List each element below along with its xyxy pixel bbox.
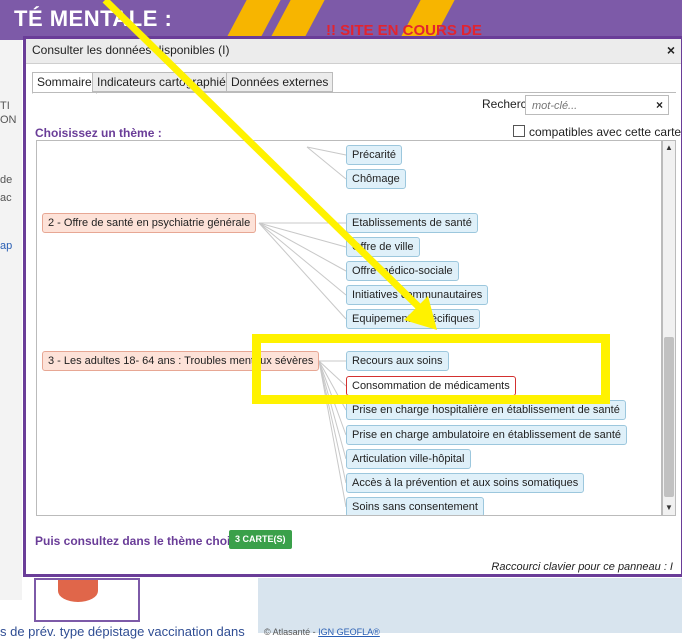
theme-item-equipements[interactable]: Equipements spécifiques: [346, 309, 481, 329]
theme-item-offre-medico-sociale[interactable]: Offre médico-sociale: [346, 261, 459, 281]
theme-label: Choisissez un thème :: [35, 126, 162, 140]
consult-label: Puis consultez dans le thème choisi :: [35, 534, 248, 548]
checkbox-icon[interactable]: [513, 125, 525, 137]
theme-item-precarite[interactable]: Précarité: [346, 145, 403, 165]
search-field[interactable]: ×: [525, 95, 669, 115]
data-dialog: Consulter les données disponibles (I) × …: [23, 36, 682, 577]
theme-item-soins-sans-consentement[interactable]: Soins sans consentement: [346, 497, 484, 515]
left-fragment: de: [0, 174, 13, 186]
theme-item-articulation[interactable]: Articulation ville-hôpital: [346, 449, 471, 469]
scroll-thumb[interactable]: [664, 337, 674, 497]
theme-item-offre-ville[interactable]: Offre de ville: [346, 237, 420, 257]
search-input[interactable]: [530, 97, 652, 115]
annotation-highlight: [252, 334, 610, 404]
compat-checkbox[interactable]: compatibles avec cette carte: [513, 125, 681, 139]
close-icon[interactable]: ×: [667, 42, 675, 58]
dialog-titlebar[interactable]: Consulter les données disponibles (I) ×: [26, 39, 681, 64]
site-title: TÉ MENTALE :: [14, 6, 173, 31]
tab-indicateurs[interactable]: Indicateurs cartographiés: [92, 72, 237, 92]
compat-label: compatibles avec cette carte: [529, 125, 682, 139]
map-credit: © Atlasanté - IGN GEOFLA®: [264, 627, 380, 637]
theme-item-acces-prevention[interactable]: Accès à la prévention et aux soins somat…: [346, 473, 585, 493]
left-fragment: ac: [0, 192, 12, 204]
map-thumbnail[interactable]: [34, 578, 140, 622]
credit-text: © Atlasanté -: [264, 627, 319, 637]
tab-donnees-externes[interactable]: Données externes: [226, 72, 334, 92]
tree-scrollbar[interactable]: ▲ ▼: [662, 140, 676, 516]
theme-tree: Précarité Chômage 2 - Offre de santé en …: [36, 140, 662, 516]
credit-link[interactable]: IGN GEOFLA®: [318, 627, 380, 637]
tab-divider: [32, 92, 676, 93]
background-left-panel: TI ON de ac ap: [0, 40, 22, 600]
shortcut-hint: Raccourci clavier pour ce panneau : I: [491, 561, 673, 573]
indicator-link[interactable]: s de prév. type dépistage vaccination da…: [0, 624, 245, 639]
left-fragment: TI: [0, 100, 10, 112]
left-fragment: ON: [0, 114, 17, 126]
cartes-button[interactable]: 3 CARTE(S): [229, 530, 292, 549]
scroll-down-icon[interactable]: ▼: [663, 502, 675, 514]
scroll-up-icon[interactable]: ▲: [663, 142, 675, 154]
background-map[interactable]: [258, 578, 682, 633]
clear-icon[interactable]: ×: [656, 98, 663, 112]
theme-group-offre-sante[interactable]: 2 - Offre de santé en psychiatrie généra…: [42, 213, 257, 233]
dialog-title: Consulter les données disponibles (I): [32, 43, 230, 57]
theme-item-chomage[interactable]: Chômage: [346, 169, 406, 189]
header-stripe: [269, 0, 325, 40]
theme-item-etablissements[interactable]: Etablissements de santé: [346, 213, 478, 233]
theme-item-initiatives[interactable]: Initiatives communautaires: [346, 285, 489, 305]
tab-sommaire[interactable]: Sommaire: [32, 72, 97, 94]
theme-item-prise-charge-ambulatoire[interactable]: Prise en charge ambulatoire en établisse…: [346, 425, 628, 445]
left-fragment: ap: [0, 240, 13, 252]
map-thumbnail-shape: [58, 580, 98, 602]
